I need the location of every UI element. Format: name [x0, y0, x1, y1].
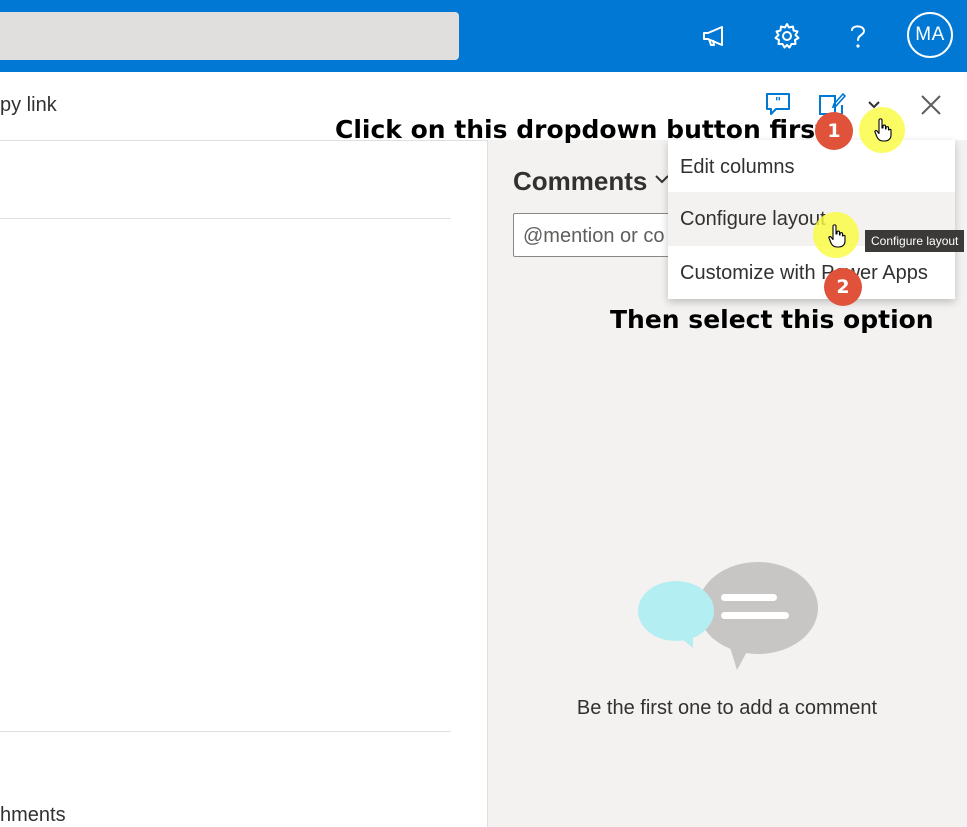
menu-item-edit-columns[interactable]: Edit columns: [668, 140, 955, 194]
hand-cursor-icon: [828, 224, 846, 253]
step2-badge: 2: [824, 268, 862, 306]
empty-comments-message: Be the first one to add a comment: [576, 697, 878, 719]
gear-icon[interactable]: [767, 16, 807, 56]
divider: [0, 731, 451, 732]
hand-cursor-icon: [874, 118, 892, 147]
empty-comments-illustration: [637, 560, 821, 677]
step1-badge: 1: [815, 112, 853, 150]
step2-instruction: Then select this option: [610, 305, 934, 334]
tooltip: Configure layout: [865, 230, 965, 252]
divider: [0, 218, 451, 219]
help-icon[interactable]: [838, 16, 878, 56]
close-icon[interactable]: [916, 90, 946, 120]
step1-instruction: Click on this dropdown button first: [335, 115, 828, 144]
megaphone-icon[interactable]: [695, 16, 735, 56]
comments-title: Comments: [513, 166, 648, 196]
suite-bar: MA: [0, 0, 967, 72]
comment-input-placeholder: @mention or co: [523, 225, 665, 247]
avatar[interactable]: MA: [907, 12, 953, 58]
search-input[interactable]: [0, 12, 459, 60]
copy-link-button[interactable]: py link: [0, 94, 57, 117]
attachments-label: hments: [0, 804, 66, 826]
menu-item-customize-power-apps[interactable]: Customize with Power Apps: [668, 246, 955, 300]
dropdown-menu: Edit columns Configure layout Customize …: [668, 140, 955, 299]
svg-text:": ": [775, 95, 781, 109]
